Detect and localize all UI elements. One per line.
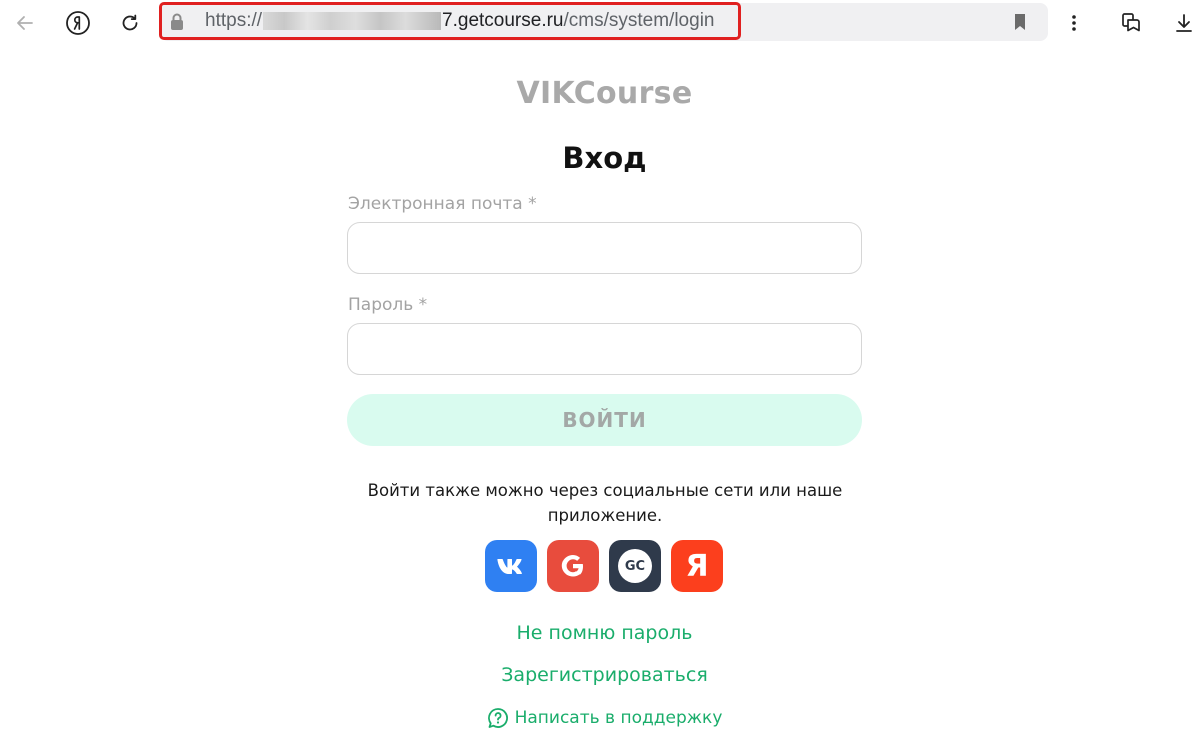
address-highlight-frame	[159, 2, 741, 40]
password-label: Пароль *	[348, 295, 428, 315]
vk-login-button[interactable]	[485, 540, 537, 592]
email-field[interactable]	[347, 222, 862, 274]
social-login-text: Войти также можно через социальные сети …	[367, 481, 843, 525]
download-icon[interactable]	[1170, 9, 1198, 37]
more-icon[interactable]	[1060, 9, 1088, 37]
yandex-letter-icon: Я	[685, 548, 709, 584]
reload-icon[interactable]	[116, 9, 144, 37]
yandex-icon[interactable]	[64, 9, 92, 37]
browser-toolbar: https://7.getcourse.ru/cms/system/login	[0, 0, 1200, 46]
google-login-button[interactable]	[547, 540, 599, 592]
collections-icon[interactable]	[1117, 9, 1145, 37]
brand-logo-text: VIKCourse	[516, 76, 693, 111]
getcourse-login-button[interactable]: GC	[609, 540, 661, 592]
support-link-label: Написать в поддержку	[514, 708, 723, 728]
register-link[interactable]: Зарегистрироваться	[0, 664, 1200, 686]
page-title: Вход	[562, 141, 647, 175]
back-icon[interactable]	[11, 9, 39, 37]
google-icon	[561, 555, 583, 577]
forgot-password-link[interactable]: Не помню пароль	[0, 622, 1200, 644]
help-bubble-icon	[487, 708, 508, 728]
yandex-login-button[interactable]: Я	[671, 540, 723, 592]
getcourse-icon: GC	[618, 549, 652, 583]
email-label: Электронная почта *	[348, 194, 537, 214]
password-field[interactable]	[347, 323, 862, 375]
vk-icon	[497, 559, 522, 574]
support-link[interactable]: Написать в поддержку	[0, 707, 1200, 729]
login-button[interactable]: ВОЙТИ	[347, 394, 862, 446]
bookmark-icon[interactable]	[1012, 12, 1028, 36]
social-login-row: GC Я	[485, 540, 723, 592]
